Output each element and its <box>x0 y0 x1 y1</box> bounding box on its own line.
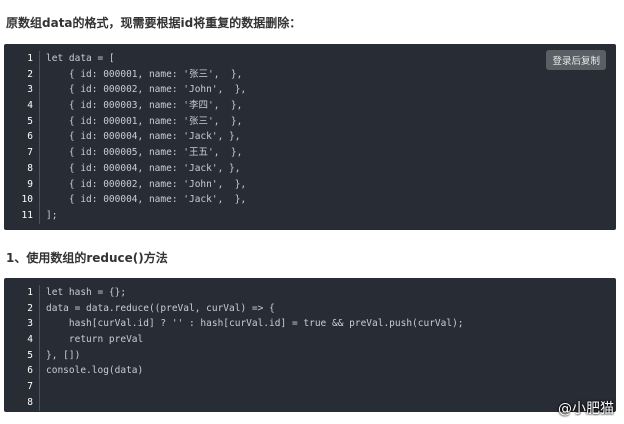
code-line: 7 <box>4 379 616 395</box>
code-line: 8 { id: 000004, name: 'Jack', }, <box>4 160 616 177</box>
code-text: data = data.reduce((preVal, curVal) => { <box>46 302 275 314</box>
line-number: 7 <box>4 145 40 161</box>
code-text: { id: 000004, name: 'Jack', }, <box>46 162 241 174</box>
watermark: @小肥猫 <box>558 401 614 417</box>
line-number: 2 <box>4 66 40 83</box>
line-number: 2 <box>4 300 40 317</box>
code-lines: 1 let hash = {}; 2 data = data.reduce((pre… <box>4 278 616 411</box>
line-number: 8 <box>4 394 40 411</box>
code-line: 4 return preVal <box>4 332 616 348</box>
code-line: 8 <box>4 394 616 411</box>
code-text: hash[curVal.id] ? '' : hash[curVal.id] =… <box>46 318 464 330</box>
code-line: 3 { id: 000002, name: 'John', }, <box>4 82 616 99</box>
line-number: 10 <box>4 192 40 208</box>
code-text: { id: 000002, name: 'John', }, <box>46 84 247 96</box>
code-line: 2 data = data.reduce((preVal, curVal) => … <box>4 300 616 317</box>
code-line: 10 { id: 000004, name: 'Jack', }, <box>4 192 616 208</box>
code-lines: 1 let data = [ 2 { id: 000001, name: '张三'… <box>4 44 616 224</box>
section-heading-reduce: 1、使用数组的reduce()方法 <box>6 251 168 265</box>
code-line: 7 { id: 000005, name: '王五', }, <box>4 145 616 161</box>
code-text: { id: 000004, name: 'Jack', }, <box>46 131 241 143</box>
code-block-data: 登录后复制 1 let data = [ 2 { id: 000001, name… <box>4 44 616 230</box>
code-line: 1 let hash = {}; <box>4 285 616 301</box>
code-text: { id: 000001, name: '张三', }, <box>46 115 243 127</box>
code-text: }, []) <box>46 349 81 361</box>
code-line: 5 }, []) <box>4 347 616 364</box>
line-number: 5 <box>4 113 40 130</box>
code-text: { id: 000002, name: 'John', }, <box>46 178 247 190</box>
code-line: 5 { id: 000001, name: '张三', }, <box>4 113 616 130</box>
line-number: 3 <box>4 316 40 333</box>
line-number: 8 <box>4 160 40 177</box>
line-number: 6 <box>4 363 40 380</box>
code-text: { id: 000004, name: 'Jack', }, <box>46 194 247 206</box>
line-number: 5 <box>4 347 40 364</box>
code-line: 9 { id: 000002, name: 'John', }, <box>4 176 616 193</box>
line-number: 4 <box>4 332 40 348</box>
line-number: 3 <box>4 82 40 99</box>
line-number: 4 <box>4 98 40 114</box>
code-text: { id: 000005, name: '王五', }, <box>46 147 243 159</box>
code-text: let hash = {}; <box>46 287 127 298</box>
code-line: 3 hash[curVal.id] ? '' : hash[curVal.id]… <box>4 316 616 333</box>
code-text: { id: 000001, name: '张三', }, <box>46 68 243 80</box>
code-text: let data = [ <box>46 53 115 64</box>
line-number: 9 <box>4 176 40 193</box>
code-text: return preVal <box>46 334 144 346</box>
line-number: 6 <box>4 129 40 146</box>
code-text: console.log(data) <box>46 365 144 377</box>
code-line: 1 let data = [ <box>4 51 616 67</box>
line-number: 1 <box>4 285 40 301</box>
line-number: 1 <box>4 51 40 67</box>
line-number: 11 <box>4 207 40 224</box>
code-line: 2 { id: 000001, name: '张三', }, <box>4 66 616 83</box>
code-text: { id: 000003, name: '李四', }, <box>46 100 243 112</box>
code-line: 11]; <box>4 207 616 224</box>
code-line: 6 console.log(data) <box>4 363 616 380</box>
copy-button[interactable]: 登录后复制 <box>546 50 606 70</box>
code-line: 4 { id: 000003, name: '李四', }, <box>4 98 616 114</box>
code-line: 6 { id: 000004, name: 'Jack', }, <box>4 129 616 146</box>
code-text: ]; <box>46 209 58 221</box>
code-block-reduce: 1 let hash = {}; 2 data = data.reduce((pre… <box>4 278 616 412</box>
section-heading-data-format: 原数组data的格式，现需要根据id将重复的数据删除： <box>6 16 302 30</box>
line-number: 7 <box>4 379 40 395</box>
